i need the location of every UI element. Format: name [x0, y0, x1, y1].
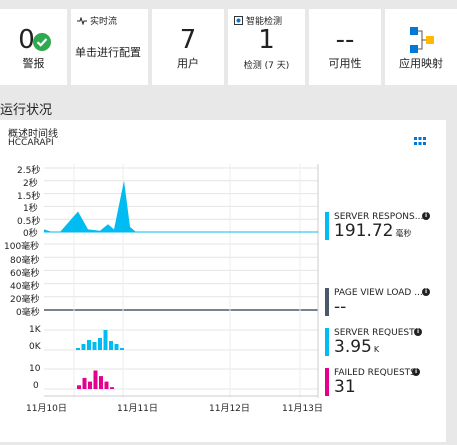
availability-label: 可用性 [328, 57, 362, 70]
request-bar [120, 348, 124, 350]
request-bar [92, 342, 97, 350]
y-tick: 100毫秒 [4, 242, 40, 252]
grid-view-icon[interactable] [414, 137, 426, 147]
request-bar [103, 330, 108, 350]
app-map-label: 应用映射 [399, 57, 443, 70]
request-bar [87, 340, 91, 350]
users-count: 7 [179, 25, 197, 55]
alerts-tile[interactable]: 0 警报 [0, 9, 67, 85]
request-bar [109, 341, 113, 350]
x-tick: 11月13日 [282, 404, 323, 414]
app-map-icon [410, 27, 434, 53]
live-stream-tile[interactable]: 实时流 单击进行配置 [71, 9, 148, 85]
live-stream-label: 单击进行配置 [75, 46, 141, 59]
users-label: 用户 [177, 57, 199, 70]
y-tick: 1秒 [23, 204, 38, 214]
info-icon[interactable]: i [422, 212, 430, 220]
failed-request-bar [104, 381, 109, 389]
live-stream-title: 实时流 [90, 17, 118, 27]
failed-request-bar [77, 385, 81, 389]
failed-request-bar [82, 377, 87, 389]
info-icon[interactable]: i [414, 328, 422, 336]
failed-request-bar [93, 370, 98, 389]
metric-value: -- [334, 297, 347, 317]
request-bar [81, 344, 86, 350]
request-bar [76, 348, 80, 350]
y-tick: 1K [29, 325, 41, 335]
metric-color-bar [325, 328, 329, 356]
info-icon[interactable]: i [412, 368, 420, 376]
y-tick: 60毫秒 [10, 269, 40, 279]
failed-request-bar [110, 387, 114, 389]
failed-request-bar [88, 381, 92, 389]
y-tick: 0秒 [23, 229, 38, 239]
detection-label: 检测 (7 天) [243, 61, 290, 71]
availability-value: -- [335, 25, 355, 55]
info-icon[interactable]: i [422, 288, 430, 296]
y-tick: 0毫秒 [16, 308, 40, 318]
timeline-charts [44, 164, 319, 398]
failed-request-bar [99, 376, 103, 389]
app-map-tile[interactable]: 应用映射 [385, 9, 457, 85]
detection-count: 1 [258, 25, 275, 55]
y-tick: 2秒 [23, 179, 38, 189]
smart-detection-icon [234, 16, 243, 25]
metric-value: 3.95 K [334, 337, 380, 357]
y-tick: 20毫秒 [10, 295, 40, 305]
pulse-icon [77, 16, 87, 25]
y-tick: 80毫秒 [10, 256, 40, 266]
live-stream-header: 实时流 [77, 14, 117, 27]
x-tick: 11月10日 [26, 404, 67, 414]
metric-color-bar [325, 368, 329, 396]
smart-detection-tile[interactable]: 智能检测 1 检测 (7 天) [228, 9, 305, 85]
availability-tile[interactable]: -- 可用性 [309, 9, 381, 85]
check-icon [33, 33, 51, 51]
alerts-label: 警报 [22, 57, 45, 70]
y-tick: 0K [29, 342, 41, 352]
metric-name: PAGE VIEW LOAD ... [334, 288, 423, 298]
x-tick: 11月12日 [209, 404, 250, 414]
y-tick: 40毫秒 [10, 282, 40, 292]
metric-value: 191.72 毫秒 [334, 221, 412, 241]
metric-color-bar [325, 212, 329, 240]
metric-color-bar [325, 288, 329, 316]
overview-timeline-panel[interactable]: 概述时间线 HCCARAPI 2.5秒 2秒 1.5秒 1秒 0.5秒 0秒 1… [0, 120, 446, 442]
metric-value: 31 [334, 377, 356, 397]
y-tick: 0 [33, 381, 39, 391]
x-tick: 11月11日 [117, 404, 158, 414]
section-title: 运行状况 [0, 103, 53, 118]
users-tile[interactable]: 7 用户 [152, 9, 224, 85]
y-tick: 10 [29, 364, 41, 374]
y-tick: 2.5秒 [17, 166, 41, 176]
request-bar [114, 344, 119, 350]
request-bar [98, 338, 102, 350]
